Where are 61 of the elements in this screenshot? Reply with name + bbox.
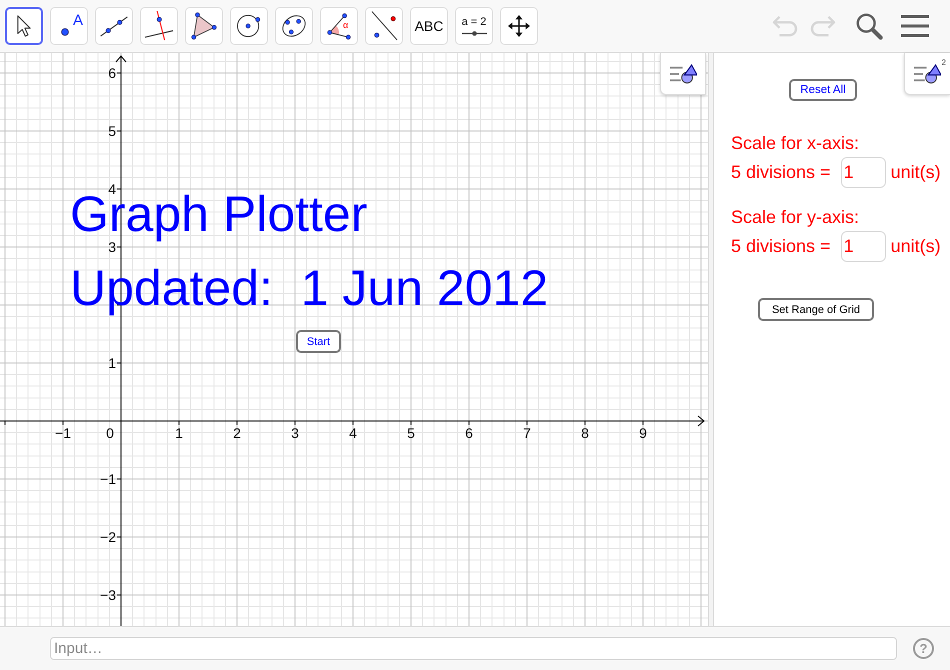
shapes-list-icon bbox=[670, 64, 696, 84]
scale-heading: Scale for y-axis: bbox=[731, 207, 860, 228]
move-tool-button[interactable] bbox=[5, 7, 43, 45]
polygon-tool-button[interactable] bbox=[185, 7, 223, 45]
point-tool-button[interactable]: A bbox=[50, 7, 88, 45]
input-field[interactable]: Input… bbox=[50, 637, 897, 660]
reset-all-button[interactable]: Reset All bbox=[789, 79, 857, 101]
line-tool-button[interactable] bbox=[95, 7, 133, 45]
y-axis-label: −3 bbox=[100, 587, 116, 603]
redo-icon bbox=[809, 15, 837, 37]
shapes-list-icon bbox=[914, 64, 941, 84]
unit-label: unit(s) bbox=[890, 162, 941, 183]
cursor-arrow-icon bbox=[16, 15, 32, 37]
move-view-tool-button[interactable] bbox=[500, 7, 538, 45]
divisions-label: 5 divisions = bbox=[731, 236, 831, 257]
ellipse-icon bbox=[281, 14, 307, 38]
style-bar-toggle-button[interactable] bbox=[660, 53, 706, 95]
x-axis-label: 8 bbox=[581, 425, 589, 441]
point-icon bbox=[61, 28, 69, 36]
circle-icon bbox=[237, 14, 261, 38]
style-bar-toggle-button[interactable]: 2 bbox=[904, 53, 950, 95]
angle-tool-button[interactable]: α bbox=[320, 7, 358, 45]
triangle-icon bbox=[191, 12, 217, 40]
y-axis-label: 5 bbox=[108, 123, 116, 139]
unit-label: unit(s) bbox=[890, 236, 941, 257]
divisions-label: 5 divisions = bbox=[731, 162, 831, 183]
perpendicular-lines-icon bbox=[144, 11, 174, 41]
x-axis-label: 2 bbox=[233, 425, 241, 441]
y-axis-label: −1 bbox=[100, 471, 116, 487]
x-axis-label: 3 bbox=[291, 425, 299, 441]
origin-label: 0 bbox=[106, 425, 114, 441]
scale-heading: Scale for x-axis: bbox=[731, 133, 860, 154]
ellipse-tool-button[interactable] bbox=[275, 7, 313, 45]
x-axis-label: 9 bbox=[639, 425, 647, 441]
circle-tool-button[interactable] bbox=[230, 7, 268, 45]
scale-input[interactable]: 1 bbox=[840, 231, 886, 262]
reflect-tool-button[interactable] bbox=[365, 7, 403, 45]
y-axis-label: 3 bbox=[108, 239, 116, 255]
line-through-points-icon bbox=[99, 16, 129, 36]
undo-icon bbox=[771, 15, 799, 37]
search-icon bbox=[855, 12, 883, 40]
slider-tool-button[interactable]: a = 2 bbox=[455, 7, 493, 45]
slider-icon bbox=[462, 30, 486, 36]
scale-input[interactable]: 1 bbox=[840, 157, 886, 188]
line-and-points-icon bbox=[370, 11, 398, 41]
y-axis-label: 1 bbox=[108, 355, 116, 371]
text-tool-button[interactable]: ABC bbox=[410, 7, 448, 45]
menu-icon bbox=[901, 15, 929, 37]
x-axis-label: 6 bbox=[465, 425, 473, 441]
y-axis-label: 6 bbox=[108, 65, 116, 81]
perpendicular-line-tool-button[interactable] bbox=[140, 7, 178, 45]
x-axis-label: 5 bbox=[407, 425, 415, 441]
angle-icon bbox=[326, 12, 352, 40]
x-axis-label: −1 bbox=[55, 425, 71, 441]
start-button[interactable]: Start bbox=[296, 330, 341, 353]
four-way-arrow-icon bbox=[508, 15, 530, 37]
x-axis-label: 1 bbox=[175, 425, 183, 441]
set-range-button[interactable]: Set Range of Grid bbox=[758, 298, 874, 321]
y-axis-label: −2 bbox=[100, 529, 116, 545]
x-axis-label: 4 bbox=[349, 425, 357, 441]
x-axis-label: 7 bbox=[523, 425, 531, 441]
